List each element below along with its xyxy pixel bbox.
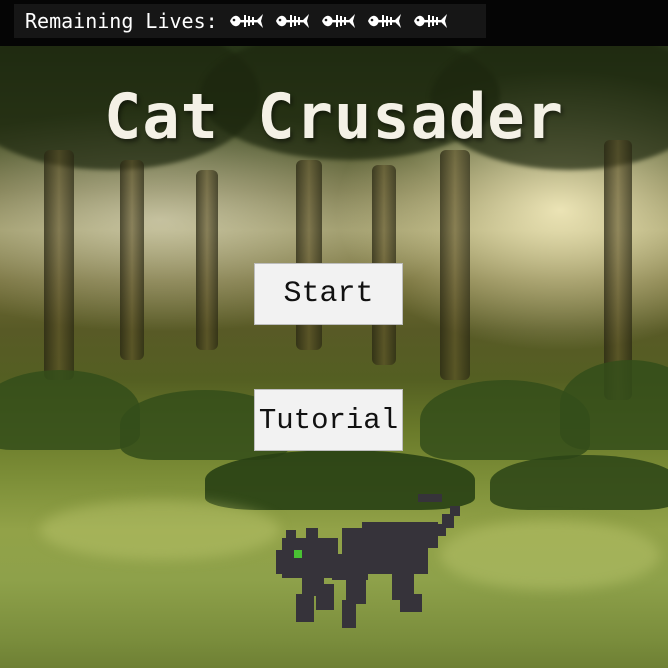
game-screen: Remaining Lives: Cat Crusader Start Tuto… xyxy=(0,0,668,668)
lives-bar: Remaining Lives: xyxy=(0,0,668,46)
lives-icons xyxy=(228,11,448,31)
cat-sprite xyxy=(276,494,460,628)
game-title: Cat Crusader xyxy=(104,80,564,153)
cat-body xyxy=(276,494,460,628)
fish-bone-icon xyxy=(229,14,263,28)
fish-bone-icon xyxy=(275,14,309,28)
lives-panel: Remaining Lives: xyxy=(14,4,486,38)
start-button[interactable]: Start xyxy=(254,263,403,325)
fish-bone-icon xyxy=(413,14,447,28)
fish-bone-icon xyxy=(367,14,401,28)
lives-label: Remaining Lives: xyxy=(25,9,218,33)
fish-bone-icon xyxy=(321,14,355,28)
cat-eye xyxy=(294,550,302,558)
tutorial-button[interactable]: Tutorial xyxy=(254,389,403,451)
